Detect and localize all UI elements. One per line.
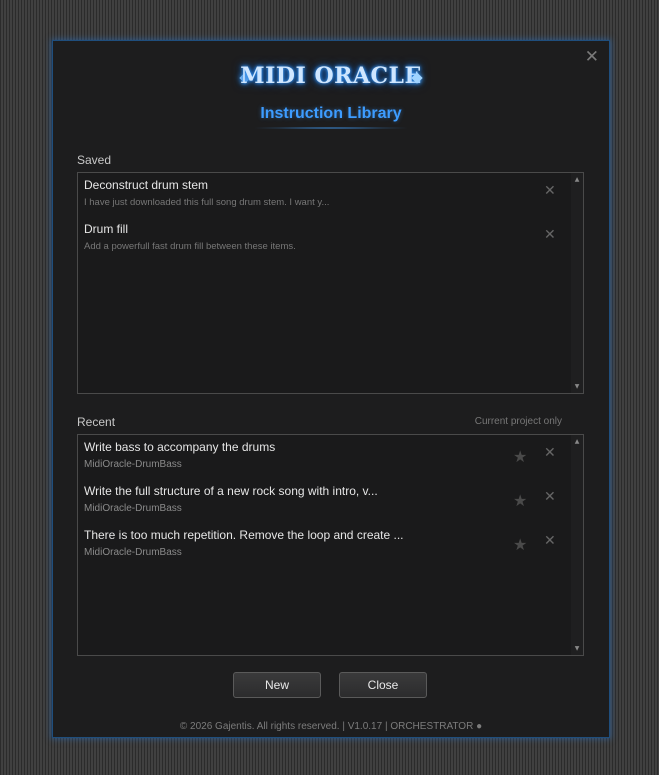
delete-icon[interactable]: ✕ bbox=[544, 533, 556, 549]
star-icon[interactable]: ★ bbox=[513, 491, 527, 510]
logo: MIDI ORACLE bbox=[239, 55, 423, 95]
footer-text: © 2026 Gajentis. All rights reserved. | … bbox=[179, 721, 483, 732]
delete-icon[interactable]: ✕ bbox=[544, 445, 556, 461]
scroll-down-icon[interactable]: ▼ bbox=[571, 645, 583, 652]
recent-item[interactable]: Write bass to accompany the drums MidiOr… bbox=[84, 435, 564, 479]
recent-item-project: MidiOracle-DrumBass bbox=[84, 547, 182, 558]
new-button[interactable]: New bbox=[233, 672, 321, 698]
star-icon[interactable]: ★ bbox=[513, 447, 527, 466]
title-underline bbox=[251, 127, 411, 129]
scroll-up-icon[interactable]: ▲ bbox=[571, 176, 583, 183]
delete-icon[interactable]: ✕ bbox=[544, 489, 556, 505]
scroll-up-icon[interactable]: ▲ bbox=[571, 438, 583, 445]
recent-section-label: Recent bbox=[77, 415, 116, 429]
close-icon[interactable]: ✕ bbox=[585, 47, 599, 67]
instruction-library-dialog: ✕ MIDI ORACLE Instruction Library Saved … bbox=[52, 40, 610, 738]
saved-item-subtitle: I have just downloaded this full song dr… bbox=[84, 197, 330, 208]
saved-scrollbar[interactable]: ▲ ▼ bbox=[571, 173, 583, 393]
star-icon[interactable]: ★ bbox=[513, 535, 527, 554]
saved-item[interactable]: Drum fill Add a powerfull fast drum fill… bbox=[84, 217, 564, 261]
recent-item-project: MidiOracle-DrumBass bbox=[84, 459, 182, 470]
recent-item-project: MidiOracle-DrumBass bbox=[84, 503, 182, 514]
dialog-title: Instruction Library bbox=[260, 105, 402, 122]
current-project-only-filter[interactable]: Current project only bbox=[475, 416, 562, 427]
recent-item-title: Write bass to accompany the drums bbox=[84, 440, 276, 454]
recent-scrollbar[interactable]: ▲ ▼ bbox=[571, 435, 583, 655]
saved-list[interactable]: Deconstruct drum stem I have just downlo… bbox=[77, 172, 584, 394]
delete-icon[interactable]: ✕ bbox=[544, 227, 556, 243]
scroll-down-icon[interactable]: ▼ bbox=[571, 383, 583, 390]
delete-icon[interactable]: ✕ bbox=[544, 183, 556, 199]
recent-item-title: There is too much repetition. Remove the… bbox=[84, 528, 404, 542]
saved-section-label: Saved bbox=[77, 153, 112, 167]
recent-item-title: Write the full structure of a new rock s… bbox=[84, 484, 378, 498]
close-button[interactable]: Close bbox=[339, 672, 427, 698]
recent-item[interactable]: There is too much repetition. Remove the… bbox=[84, 523, 564, 567]
saved-item-title: Deconstruct drum stem bbox=[84, 178, 209, 192]
logo-text: MIDI ORACLE bbox=[240, 63, 422, 89]
saved-item-subtitle: Add a powerfull fast drum fill between t… bbox=[84, 241, 296, 252]
saved-item-title: Drum fill bbox=[84, 222, 128, 236]
saved-item[interactable]: Deconstruct drum stem I have just downlo… bbox=[84, 173, 564, 217]
recent-list[interactable]: Write bass to accompany the drums MidiOr… bbox=[77, 434, 584, 656]
recent-item[interactable]: Write the full structure of a new rock s… bbox=[84, 479, 564, 523]
